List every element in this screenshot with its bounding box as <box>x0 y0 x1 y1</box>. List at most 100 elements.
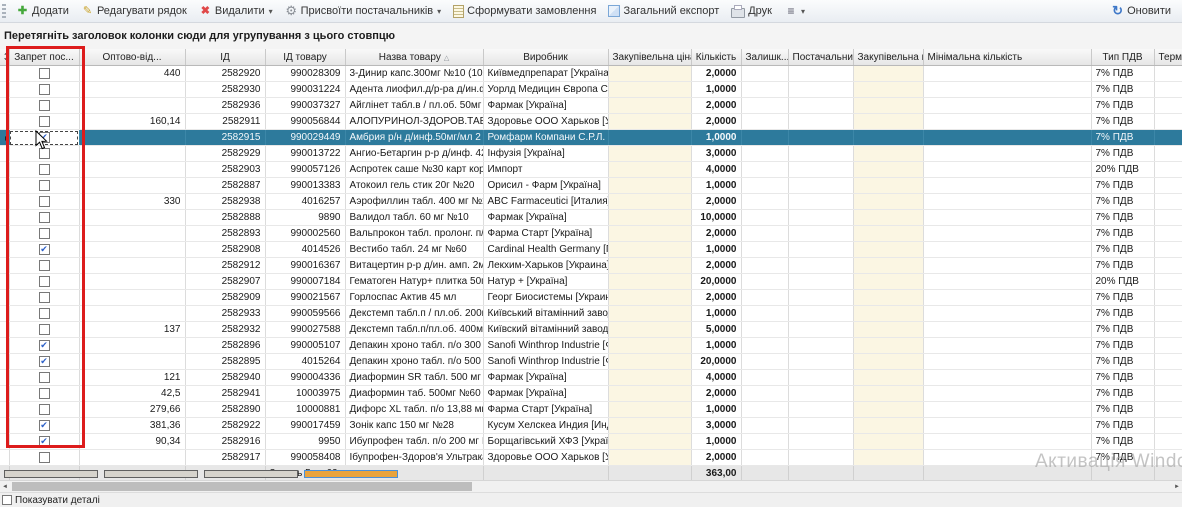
column-header-name[interactable]: Назва товару△ <box>345 49 483 66</box>
table-row[interactable]: 2582912990016367Витацертин р-р д/ин. амп… <box>0 258 1182 274</box>
ban-supplier-checkbox[interactable] <box>39 404 50 415</box>
column-header-manufacturer[interactable]: Виробник <box>483 49 608 66</box>
cell-ban[interactable] <box>9 386 79 402</box>
ban-supplier-checkbox[interactable] <box>39 340 50 351</box>
table-row[interactable]: 2582907990007184Гематоген Натур+ плитка … <box>0 274 1182 290</box>
table-row[interactable]: 2582929990013722Ангио-Бетаргин р-р д/инф… <box>0 146 1182 162</box>
ban-supplier-checkbox[interactable] <box>39 324 50 335</box>
create-order-button[interactable]: Сформувати замовлення <box>448 3 601 20</box>
table-row[interactable]: 25828889890Валидол табл. 60 мг №10Фармак… <box>0 210 1182 226</box>
ban-supplier-checkbox[interactable] <box>39 84 50 95</box>
cell-ban[interactable] <box>9 354 79 370</box>
ban-supplier-checkbox[interactable] <box>39 308 50 319</box>
table-row[interactable]: 2582896990005107Депакин хроно табл. п/о … <box>0 338 1182 354</box>
ban-supplier-checkbox[interactable] <box>39 116 50 127</box>
ban-supplier-checkbox[interactable] <box>39 436 50 447</box>
cell-ban[interactable] <box>9 322 79 338</box>
ban-supplier-checkbox[interactable] <box>39 132 50 143</box>
edit-row-button[interactable]: ✎ Редагувати рядок <box>76 3 192 19</box>
ban-supplier-checkbox[interactable] <box>39 452 50 463</box>
cell-ban[interactable] <box>9 210 79 226</box>
ban-supplier-checkbox[interactable] <box>39 292 50 303</box>
table-row[interactable]: 381,362582922990017459Зонік капс 150 мг … <box>0 418 1182 434</box>
general-export-button[interactable]: Загальний експорт <box>603 3 724 19</box>
cell-ban[interactable] <box>9 290 79 306</box>
show-details-checkbox[interactable] <box>2 495 12 505</box>
table-row[interactable]: 90,3425829169950Ибупрофен табл. п/о 200 … <box>0 434 1182 450</box>
delete-button[interactable]: ✖ Видалити ▾ <box>194 3 278 19</box>
table-row[interactable]: 1212582940990004336Диаформин SR табл. 50… <box>0 370 1182 386</box>
cell-ban[interactable] <box>9 274 79 290</box>
bottom-panel[interactable] <box>104 470 198 478</box>
bottom-panel[interactable] <box>4 470 98 478</box>
view-menu-button[interactable]: ≡ ▾ <box>779 3 810 19</box>
print-button[interactable]: Друк <box>726 3 777 20</box>
table-row[interactable]: 2582930990031224Адента лиофил.д/р-ра д/и… <box>0 82 1182 98</box>
ban-supplier-checkbox[interactable] <box>39 196 50 207</box>
column-header-id[interactable]: ІД <box>185 49 265 66</box>
ban-supplier-checkbox[interactable] <box>39 244 50 255</box>
assign-suppliers-button[interactable]: ⚙ Присвоїти постачальників ▾ <box>280 3 447 19</box>
ban-supplier-checkbox[interactable] <box>39 260 50 271</box>
column-header-vat_type[interactable]: Тип ПДВ <box>1091 49 1154 66</box>
table-row[interactable]: ▶2582915990029449Амбрия р/н д/инф.50мг/м… <box>0 130 1182 146</box>
table-row[interactable]: 2582887990013383Атокоил гель стик 20г №2… <box>0 178 1182 194</box>
column-header-term[interactable]: Термін <box>1154 49 1182 66</box>
column-header-indicator[interactable]: З <box>0 49 9 66</box>
cell-ban[interactable] <box>9 82 79 98</box>
scroll-right-icon[interactable]: ► <box>1172 484 1182 490</box>
cell-ban[interactable] <box>9 450 79 466</box>
table-row[interactable]: 2582893990002560Вальпрокон табл. пролонг… <box>0 226 1182 242</box>
cell-ban[interactable] <box>9 178 79 194</box>
table-row[interactable]: 25828954015264Депакин хроно табл. п/о 50… <box>0 354 1182 370</box>
cell-ban[interactable] <box>9 130 79 146</box>
ban-supplier-checkbox[interactable] <box>39 228 50 239</box>
table-row[interactable]: 2582909990021567Горлоспас Актив 45 млГео… <box>0 290 1182 306</box>
refresh-button[interactable]: ↻ Оновити <box>1106 3 1176 19</box>
table-row[interactable]: 2582933990059566Декстемп табл.п / пл.об.… <box>0 306 1182 322</box>
cell-ban[interactable] <box>9 306 79 322</box>
column-header-stock[interactable]: Залишк... <box>741 49 788 66</box>
table-row[interactable]: 1372582932990027588Декстемп табл.п/пл.об… <box>0 322 1182 338</box>
scrollbar-track[interactable] <box>10 481 1172 492</box>
table-row[interactable]: 160,142582911990056844АЛОПУРИНОЛ-ЗДОРОВ.… <box>0 114 1182 130</box>
ban-supplier-checkbox[interactable] <box>39 388 50 399</box>
ban-supplier-checkbox[interactable] <box>39 100 50 111</box>
ban-supplier-checkbox[interactable] <box>39 212 50 223</box>
ban-supplier-checkbox[interactable] <box>39 148 50 159</box>
cell-ban[interactable] <box>9 98 79 114</box>
cell-ban[interactable] <box>9 226 79 242</box>
column-header-supplier[interactable]: Постачальник <box>788 49 853 66</box>
table-row[interactable]: 2582917990058408Ібупрофен-Здоров'я Ультр… <box>0 450 1182 466</box>
table-row[interactable]: 44025829209900283093-Динир капс.300мг №1… <box>0 66 1182 82</box>
horizontal-scrollbar[interactable]: ◄ ► <box>0 480 1182 493</box>
ban-supplier-checkbox[interactable] <box>39 372 50 383</box>
cell-ban[interactable] <box>9 66 79 82</box>
bottom-panel[interactable] <box>204 470 298 478</box>
cell-ban[interactable] <box>9 434 79 450</box>
table-row[interactable]: 279,66258289010000881Дифорс XL табл. п/о… <box>0 402 1182 418</box>
ban-supplier-checkbox[interactable] <box>39 180 50 191</box>
scrollbar-thumb[interactable] <box>12 482 472 491</box>
table-row[interactable]: 2582903990057126Аспротек саше №30 карт к… <box>0 162 1182 178</box>
column-header-ban[interactable]: Запрет пос... <box>9 49 79 66</box>
cell-ban[interactable] <box>9 258 79 274</box>
column-header-quantity[interactable]: Кількість <box>691 49 741 66</box>
cell-ban[interactable] <box>9 402 79 418</box>
cell-ban[interactable] <box>9 242 79 258</box>
cell-ban[interactable] <box>9 194 79 210</box>
cell-ban[interactable] <box>9 338 79 354</box>
column-header-purchase_price_2[interactable]: Закупівельна ціна <box>853 49 923 66</box>
bottom-panel-active[interactable] <box>304 470 398 478</box>
ban-supplier-checkbox[interactable] <box>39 164 50 175</box>
ban-supplier-checkbox[interactable] <box>39 420 50 431</box>
cell-ban[interactable] <box>9 162 79 178</box>
table-row[interactable]: 33025829384016257Аэрофиллин табл. 400 мг… <box>0 194 1182 210</box>
cell-ban[interactable] <box>9 114 79 130</box>
column-header-min_quantity[interactable]: Мінімальна кількість <box>923 49 1091 66</box>
table-row[interactable]: 42,5258294110003975Диаформин таб. 500мг … <box>0 386 1182 402</box>
ban-supplier-checkbox[interactable] <box>39 356 50 367</box>
column-header-purchase_price_1[interactable]: Закупівельна ціна... <box>608 49 691 66</box>
add-button[interactable]: ✚ Додати <box>11 3 74 19</box>
cell-ban[interactable] <box>9 146 79 162</box>
